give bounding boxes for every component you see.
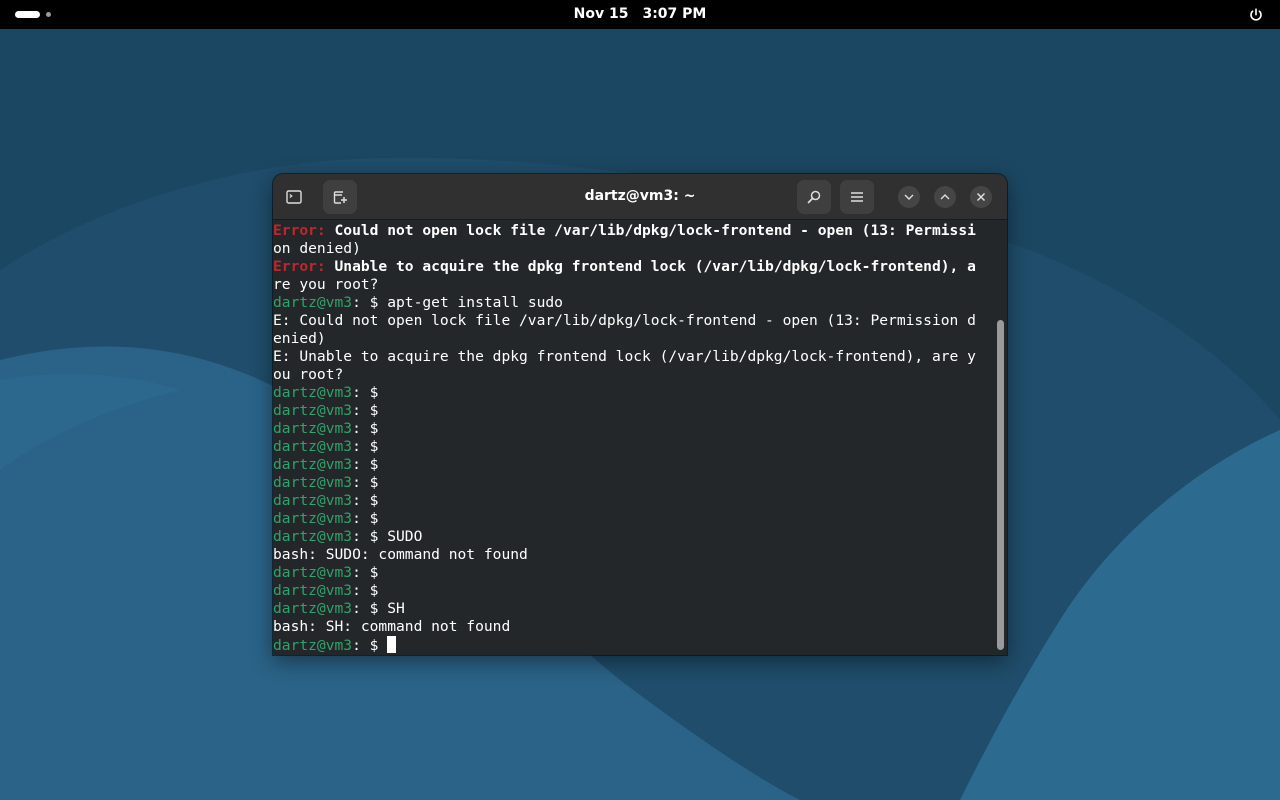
active-workspace-indicator (15, 11, 40, 18)
output-text: enied) (273, 330, 326, 347)
maximize-button[interactable] (934, 186, 956, 208)
clock-date[interactable]: Nov 15 (574, 6, 629, 22)
prompt-line: dartz@vm3: $ SUDO (273, 528, 995, 546)
terminal-lines: Error: Could not open lock file /var/lib… (273, 222, 995, 654)
command-text: SH (387, 600, 405, 617)
output-line: ou root? (273, 366, 995, 384)
output-line: on denied) (273, 240, 995, 258)
prompt-symbol: : $ (352, 402, 388, 419)
system-menu-button[interactable] (1246, 5, 1266, 25)
new-tab-button[interactable] (323, 180, 357, 214)
prompt-symbol: : $ (352, 456, 388, 473)
prompt-symbol: : $ (352, 637, 388, 654)
prompt-user-host: dartz@vm3 (273, 438, 353, 455)
error-label: Error: (273, 258, 326, 275)
output-text: E: Could not open lock file /var/lib/dpk… (273, 312, 976, 329)
scrollbar[interactable] (997, 320, 1004, 650)
output-line: E: Unable to acquire the dpkg frontend l… (273, 348, 995, 366)
prompt-user-host: dartz@vm3 (273, 474, 353, 491)
top-bar: Nov 15 3:07 PM (0, 0, 1280, 29)
new-tab-icon (333, 191, 347, 204)
command-text: apt-get install sudo (387, 294, 563, 311)
terminal-window: dartz@vm3: ~ Error: Could not open lock … (273, 174, 1007, 655)
error-label: Error: (273, 222, 326, 239)
terminal-app-button[interactable] (277, 180, 311, 214)
search-button[interactable] (797, 180, 831, 214)
prompt-user-host: dartz@vm3 (273, 456, 353, 473)
close-icon (976, 192, 986, 202)
prompt-symbol: : $ (352, 294, 388, 311)
prompt-user-host: dartz@vm3 (273, 600, 353, 617)
prompt-symbol: : $ (352, 600, 388, 617)
prompt-line: dartz@vm3: $ (273, 564, 995, 582)
output-line: E: Could not open lock file /var/lib/dpk… (273, 312, 995, 330)
prompt-line: dartz@vm3: $ (273, 474, 995, 492)
error-message: Unable to acquire the dpkg frontend lock… (325, 258, 976, 275)
output-text: bash: SH: command not found (273, 618, 511, 635)
minimize-icon (904, 194, 914, 200)
terminal-icon (286, 190, 302, 204)
prompt-line: dartz@vm3: $ (273, 582, 995, 600)
maximize-icon (940, 194, 950, 200)
close-button[interactable] (970, 186, 992, 208)
error-line: Error: Could not open lock file /var/lib… (273, 222, 995, 240)
minimize-button[interactable] (898, 186, 920, 208)
prompt-user-host: dartz@vm3 (273, 384, 353, 401)
output-line: bash: SH: command not found (273, 618, 995, 636)
window-headerbar[interactable]: dartz@vm3: ~ (273, 174, 1007, 220)
prompt-user-host: dartz@vm3 (273, 420, 353, 437)
prompt-user-host: dartz@vm3 (273, 402, 353, 419)
window-title: dartz@vm3: ~ (584, 188, 696, 204)
prompt-line: dartz@vm3: $ (273, 438, 995, 456)
clock-time[interactable]: 3:07 PM (642, 6, 706, 22)
error-line: Error: Unable to acquire the dpkg fronte… (273, 258, 995, 276)
prompt-line: dartz@vm3: $ (273, 636, 995, 654)
prompt-line: dartz@vm3: $ (273, 384, 995, 402)
output-text: re you root? (273, 276, 379, 293)
prompt-symbol: : $ (352, 582, 388, 599)
clock: Nov 15 3:07 PM (0, 0, 1280, 29)
search-icon (807, 190, 821, 204)
main-menu-button[interactable] (840, 180, 874, 214)
prompt-symbol: : $ (352, 474, 388, 491)
output-text: E: Unable to acquire the dpkg frontend l… (273, 348, 976, 365)
inactive-workspace-indicator (46, 12, 51, 17)
prompt-symbol: : $ (352, 510, 388, 527)
prompt-line: dartz@vm3: $ (273, 456, 995, 474)
output-line: bash: SUDO: command not found (273, 546, 995, 564)
activities-button[interactable] (12, 8, 56, 21)
hamburger-menu-icon (851, 192, 863, 202)
prompt-line: dartz@vm3: $ (273, 492, 995, 510)
prompt-symbol: : $ (352, 420, 388, 437)
output-text: bash: SUDO: command not found (273, 546, 528, 563)
prompt-user-host: dartz@vm3 (273, 510, 353, 527)
terminal-output[interactable]: Error: Could not open lock file /var/lib… (273, 220, 1007, 655)
power-icon (1250, 8, 1262, 21)
prompt-user-host: dartz@vm3 (273, 528, 353, 545)
prompt-user-host: dartz@vm3 (273, 637, 353, 654)
prompt-symbol: : $ (352, 438, 388, 455)
prompt-symbol: : $ (352, 564, 388, 581)
prompt-line: dartz@vm3: $ apt-get install sudo (273, 294, 995, 312)
prompt-symbol: : $ (352, 492, 388, 509)
command-text: SUDO (387, 528, 423, 545)
prompt-line: dartz@vm3: $ SH (273, 600, 995, 618)
error-message: Could not open lock file /var/lib/dpkg/l… (325, 222, 976, 239)
output-text: ou root? (273, 366, 344, 383)
output-line: re you root? (273, 276, 995, 294)
prompt-user-host: dartz@vm3 (273, 564, 353, 581)
output-text: on denied) (273, 240, 361, 257)
prompt-user-host: dartz@vm3 (273, 582, 353, 599)
prompt-symbol: : $ (352, 528, 388, 545)
prompt-line: dartz@vm3: $ (273, 510, 995, 528)
prompt-symbol: : $ (352, 384, 388, 401)
prompt-user-host: dartz@vm3 (273, 294, 353, 311)
prompt-line: dartz@vm3: $ (273, 420, 995, 438)
text-cursor (387, 636, 397, 653)
prompt-line: dartz@vm3: $ (273, 402, 995, 420)
output-line: enied) (273, 330, 995, 348)
prompt-user-host: dartz@vm3 (273, 492, 353, 509)
